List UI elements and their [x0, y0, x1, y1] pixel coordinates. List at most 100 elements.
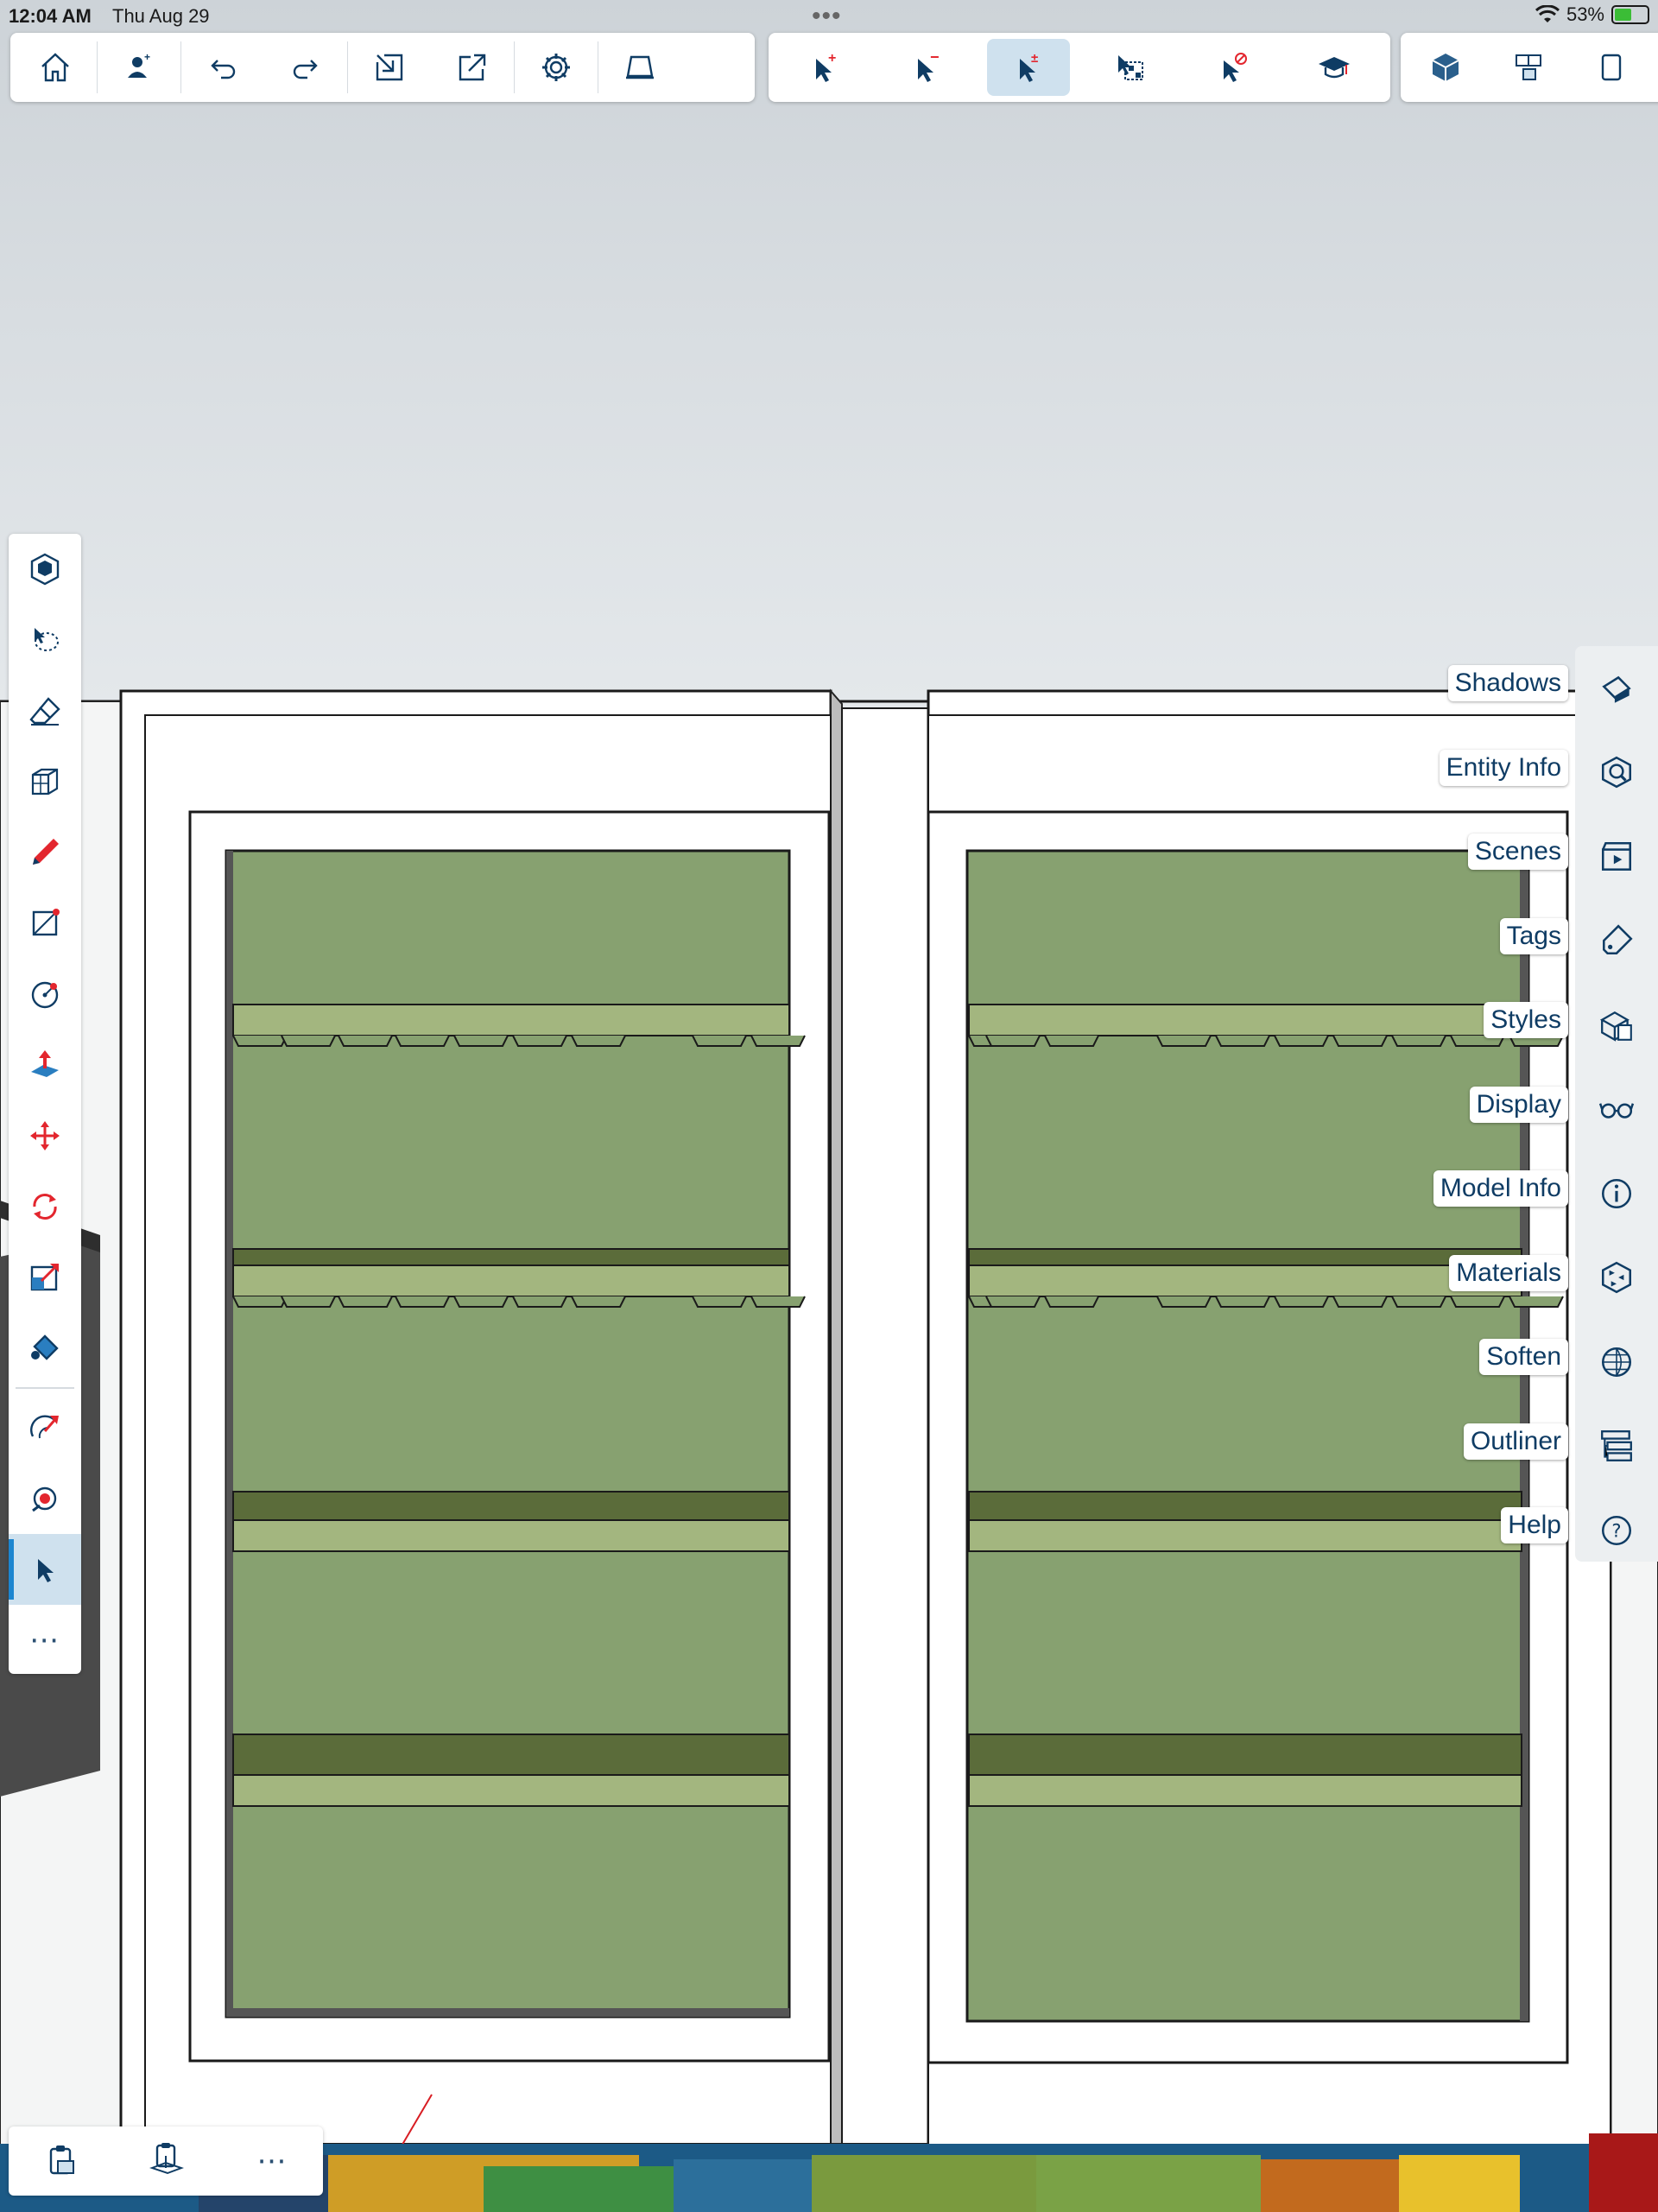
shelf	[968, 1264, 1522, 1297]
shelf-peg	[1391, 1296, 1446, 1308]
shelf-peg	[281, 1296, 336, 1308]
shelf-peg	[692, 1296, 747, 1308]
panel-label-display[interactable]: Display	[1469, 1086, 1568, 1123]
model-info-icon[interactable]	[1575, 1151, 1658, 1236]
export-icon[interactable]	[431, 39, 514, 96]
shelf-peg	[1274, 1296, 1329, 1308]
materials-icon[interactable]	[1575, 1236, 1658, 1321]
home-icon[interactable]	[14, 39, 97, 96]
panel-label-styles[interactable]: Styles	[1484, 1002, 1568, 1038]
select-window-icon[interactable]	[1089, 39, 1172, 96]
panel-label-model-info[interactable]: Model Info	[1433, 1170, 1568, 1207]
multitasking-dots[interactable]: •••	[812, 2, 842, 31]
right-panel-bar: ?	[1575, 646, 1658, 1562]
shelf-peg	[1044, 1296, 1099, 1308]
cabinet-door-left	[119, 688, 843, 2145]
status-time: 12:04 AM	[9, 5, 92, 27]
eraser-paper-icon[interactable]	[598, 39, 681, 96]
clipboard-icon[interactable]	[44, 2142, 79, 2181]
shelf-peg	[1332, 1035, 1388, 1047]
shelf-peg	[985, 1296, 1041, 1308]
outliner-icon[interactable]	[1575, 1404, 1658, 1489]
component-icon[interactable]	[1404, 39, 1487, 96]
shelf-peg	[1156, 1035, 1212, 1047]
shelf-edge	[968, 1733, 1522, 1776]
shelf	[232, 1004, 790, 1036]
select-none-icon[interactable]	[1191, 39, 1274, 96]
lasso-icon[interactable]	[9, 605, 81, 675]
undo-icon[interactable]	[181, 39, 264, 96]
redo-icon[interactable]	[264, 39, 347, 96]
panel-label-scenes[interactable]: Scenes	[1467, 833, 1568, 870]
pencil-icon[interactable]	[9, 817, 81, 888]
left-toolbar: ⋯	[9, 534, 81, 1674]
rectangle-icon[interactable]	[9, 888, 81, 959]
styles-icon[interactable]	[1575, 983, 1658, 1068]
shelf-peg	[1156, 1296, 1212, 1308]
library-icon[interactable]	[1570, 39, 1653, 96]
top-toolbar-selection: + − ±	[769, 33, 1390, 102]
panel-label-outliner[interactable]: Outliner	[1463, 1423, 1568, 1460]
display-icon[interactable]	[1575, 1068, 1658, 1152]
select-subtract-icon[interactable]: −	[885, 39, 968, 96]
scale-icon[interactable]	[9, 1242, 81, 1313]
select-add-icon[interactable]: +	[783, 39, 866, 96]
shelf-peg	[1044, 1035, 1099, 1047]
shelf-peg	[1332, 1296, 1388, 1308]
views-icon[interactable]	[9, 534, 81, 605]
viewport-sky	[0, 0, 1658, 708]
scenes-icon[interactable]	[1575, 814, 1658, 899]
shelf-edge	[232, 1491, 790, 1521]
panel-label-shadows[interactable]: Shadows	[1447, 665, 1568, 701]
cabinet-door-right	[841, 689, 1612, 2152]
select-arrow-icon[interactable]	[9, 1534, 81, 1605]
instructor-icon[interactable]	[1293, 39, 1376, 96]
circle-icon[interactable]	[9, 959, 81, 1030]
select-toggle-icon[interactable]: ±	[987, 39, 1070, 96]
tape-measure-icon[interactable]	[9, 1463, 81, 1534]
more-tools-label: ⋯	[29, 1624, 60, 1657]
shelf	[968, 1004, 1522, 1036]
more-tools-button[interactable]: ⋯	[9, 1605, 81, 1676]
battery-percent: 53%	[1566, 3, 1604, 25]
tags-icon[interactable]	[1575, 899, 1658, 984]
status-bar: 12:04 AM Thu Aug 29 ••• 53%	[0, 0, 1658, 31]
shelf-peg	[512, 1296, 567, 1308]
bottom-more-button[interactable]: ⋯	[256, 2144, 288, 2178]
shelf-peg	[750, 1296, 806, 1308]
rotate-icon[interactable]	[9, 1171, 81, 1242]
entity-info-icon[interactable]	[1575, 731, 1658, 815]
shelf-peg	[1391, 1035, 1446, 1047]
panel-label-soften[interactable]: Soften	[1479, 1339, 1568, 1375]
panel-label-help[interactable]: Help	[1501, 1507, 1568, 1543]
shadows-icon[interactable]	[1575, 646, 1658, 731]
components-icon[interactable]	[1487, 39, 1570, 96]
shelf-peg	[571, 1035, 626, 1047]
shelf-edge	[968, 1491, 1522, 1521]
shelf-edge	[232, 1733, 790, 1776]
move-icon[interactable]	[9, 1100, 81, 1171]
panel-label-materials[interactable]: Materials	[1449, 1254, 1568, 1291]
add-person-icon[interactable]: +	[98, 39, 180, 96]
panel-label-tags[interactable]: Tags	[1499, 917, 1568, 954]
svg-text:+: +	[144, 51, 150, 63]
wifi-icon	[1535, 5, 1560, 22]
shelf-peg	[281, 1035, 336, 1047]
shelf-peg	[1215, 1035, 1270, 1047]
eraser-icon[interactable]	[9, 675, 81, 746]
follow-me-icon[interactable]	[9, 1392, 81, 1463]
shelf-peg	[395, 1296, 450, 1308]
help-icon[interactable]: ?	[1575, 1488, 1658, 1573]
svg-text:±: ±	[1031, 51, 1038, 66]
push-pull-box-icon[interactable]	[9, 746, 81, 817]
paint-bucket-icon[interactable]	[9, 1313, 81, 1384]
import-icon[interactable]	[348, 39, 431, 96]
settings-icon[interactable]	[515, 39, 598, 96]
paste-in-place-icon[interactable]	[149, 2142, 187, 2181]
panel-label-entity-info[interactable]: Entity Info	[1439, 749, 1568, 786]
bottom-bar: ⋯	[9, 2126, 323, 2196]
soften-icon[interactable]	[1575, 1320, 1658, 1404]
push-pull-icon[interactable]	[9, 1030, 81, 1100]
shelf-peg	[512, 1035, 567, 1047]
model-viewport[interactable]	[0, 682, 1658, 2212]
